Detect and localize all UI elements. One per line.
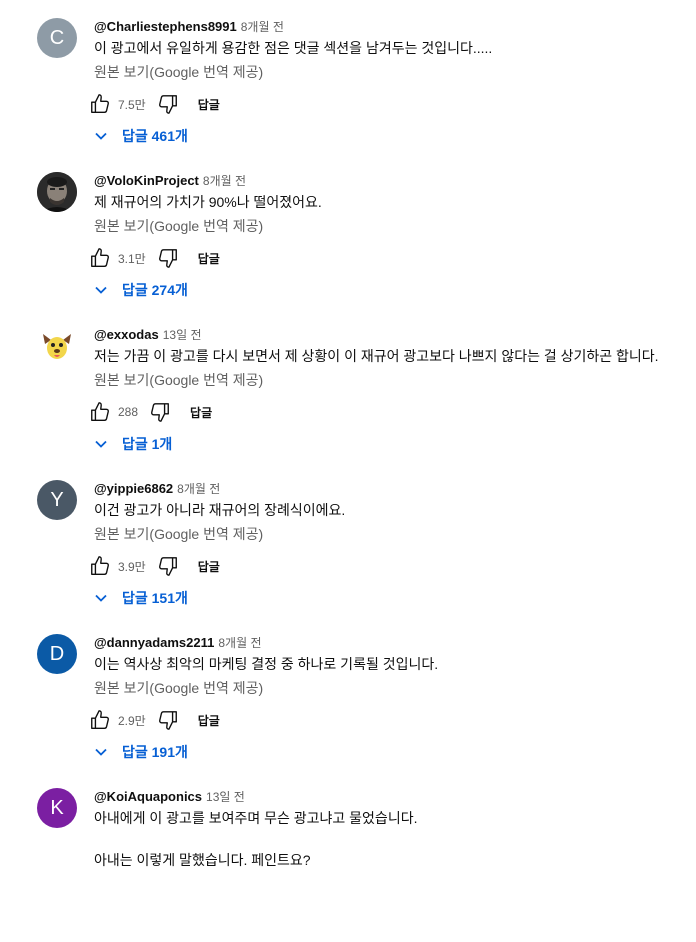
comment-text: 이 광고에서 유일하게 용감한 점은 댓글 섹션을 남겨두는 것입니다..... [94, 40, 493, 56]
comment-text: 이는 역사상 최악의 마케팅 결정 중 하나로 기록될 것입니다. [94, 656, 439, 672]
like-count: 2.9만 [118, 713, 146, 728]
author-name[interactable]: @VoloKinProject [94, 173, 199, 188]
dislike-icon[interactable] [156, 554, 180, 578]
dislike-icon[interactable] [156, 708, 180, 732]
translate-toggle[interactable]: 원본 보기(Google 번역 제공) [94, 678, 263, 698]
view-replies-button[interactable]: 답글 151개 [94, 588, 188, 608]
like-count: 288 [118, 405, 139, 419]
comment-actions: 3.9만 답글 [88, 554, 220, 578]
comment-thread: K @KoiAquaponics 13일 전 아내에게 이 광고를 보여주며 무슨… [0, 788, 696, 942]
dislike-icon[interactable] [148, 400, 172, 424]
chevron-down-icon [95, 748, 107, 756]
reply-button[interactable]: 답글 [198, 712, 220, 729]
comment-thread: C @Charliestephens8991 8개월 전 이 광고에서 유일하게 … [0, 18, 696, 172]
comment-header: @yippie6862 8개월 전 [94, 480, 220, 498]
avatar[interactable] [37, 172, 77, 212]
like-count: 3.1만 [118, 251, 146, 266]
comment-text: 저는 가끔 이 광고를 다시 보면서 제 상황이 이 재규어 광고보다 나쁘지 … [94, 348, 659, 364]
translate-toggle[interactable]: 원본 보기(Google 번역 제공) [94, 216, 263, 236]
comment-text: 이건 광고가 아니라 재규어의 장례식이에요. [94, 502, 346, 518]
reply-button[interactable]: 답글 [198, 558, 220, 575]
comment-thread: D @dannyadams2211 8개월 전 이는 역사상 최악의 마케팅 결정… [0, 634, 696, 788]
translate-toggle[interactable]: 원본 보기(Google 번역 제공) [94, 524, 263, 544]
chevron-down-icon [95, 286, 107, 294]
like-icon[interactable] [88, 92, 112, 116]
comment-header: @dannyadams2211 8개월 전 [94, 634, 262, 652]
replies-count: 답글 461개 [122, 128, 188, 144]
view-replies-button[interactable]: 답글 1개 [94, 434, 172, 454]
avatar[interactable] [37, 326, 77, 366]
avatar-cartoon-dog [37, 326, 77, 366]
replies-count: 답글 1개 [122, 436, 173, 452]
comment-thread: Y @yippie6862 8개월 전 이건 광고가 아니라 재규어의 장례식이에… [0, 480, 696, 634]
reply-button[interactable]: 답글 [190, 404, 212, 421]
author-name[interactable]: @KoiAquaponics [94, 789, 202, 804]
comment-text-line: 아내는 이렇게 말했습니다. 페인트요? [94, 852, 311, 868]
like-count: 7.5만 [118, 97, 146, 112]
comment-time[interactable]: 8개월 전 [177, 482, 220, 496]
comment-header: @VoloKinProject 8개월 전 [94, 172, 246, 190]
avatar[interactable]: K [37, 788, 77, 828]
comment-actions: 2.9만 답글 [88, 708, 220, 732]
comment-time[interactable]: 8개월 전 [241, 20, 284, 34]
comment-header: @exxodas 13일 전 [94, 326, 201, 344]
comment-time[interactable]: 13일 전 [206, 790, 245, 804]
comment-time[interactable]: 8개월 전 [203, 174, 246, 188]
translate-toggle[interactable]: 원본 보기(Google 번역 제공) [94, 370, 263, 390]
replies-count: 답글 191개 [122, 744, 188, 760]
translate-toggle[interactable]: 원본 보기(Google 번역 제공) [94, 62, 263, 82]
author-name[interactable]: @Charliestephens8991 [94, 19, 237, 34]
comment-thread: @VoloKinProject 8개월 전 제 재규어의 가치가 90%나 떨어졌… [0, 172, 696, 326]
like-icon[interactable] [88, 554, 112, 578]
view-replies-button[interactable]: 답글 461개 [94, 126, 188, 146]
view-replies-button[interactable]: 답글 191개 [94, 742, 188, 762]
comment-actions: 3.1만 답글 [88, 246, 220, 270]
comment-header: @KoiAquaponics 13일 전 [94, 788, 245, 806]
chevron-down-icon [95, 132, 107, 140]
like-icon[interactable] [88, 246, 112, 270]
comment-text: 제 재규어의 가치가 90%나 떨어졌어요. [94, 194, 322, 210]
replies-count: 답글 274개 [122, 282, 188, 298]
avatar[interactable]: C [37, 18, 77, 58]
comment-actions: 7.5만 답글 [88, 92, 220, 116]
reply-button[interactable]: 답글 [198, 250, 220, 267]
comment-text: 아내에게 이 광고를 보여주며 무슨 광고냐고 물었습니다. [94, 810, 418, 826]
avatar-photo [37, 172, 77, 212]
comment-time[interactable]: 8개월 전 [218, 636, 261, 650]
comment-time[interactable]: 13일 전 [163, 328, 202, 342]
avatar[interactable]: D [37, 634, 77, 674]
dislike-icon[interactable] [156, 92, 180, 116]
like-icon[interactable] [88, 708, 112, 732]
like-count: 3.9만 [118, 559, 146, 574]
comment-header: @Charliestephens8991 8개월 전 [94, 18, 284, 36]
avatar[interactable]: Y [37, 480, 77, 520]
author-name[interactable]: @dannyadams2211 [94, 635, 214, 650]
replies-count: 답글 151개 [122, 590, 188, 606]
chevron-down-icon [95, 440, 107, 448]
view-replies-button[interactable]: 답글 274개 [94, 280, 188, 300]
author-name[interactable]: @yippie6862 [94, 481, 173, 496]
chevron-down-icon [95, 594, 107, 602]
comment-actions: 288 답글 [88, 400, 212, 424]
reply-button[interactable]: 답글 [198, 96, 220, 113]
dislike-icon[interactable] [156, 246, 180, 270]
author-name[interactable]: @exxodas [94, 327, 159, 342]
comment-thread: @exxodas 13일 전 저는 가끔 이 광고를 다시 보면서 제 상황이 이… [0, 326, 696, 480]
like-icon[interactable] [88, 400, 112, 424]
